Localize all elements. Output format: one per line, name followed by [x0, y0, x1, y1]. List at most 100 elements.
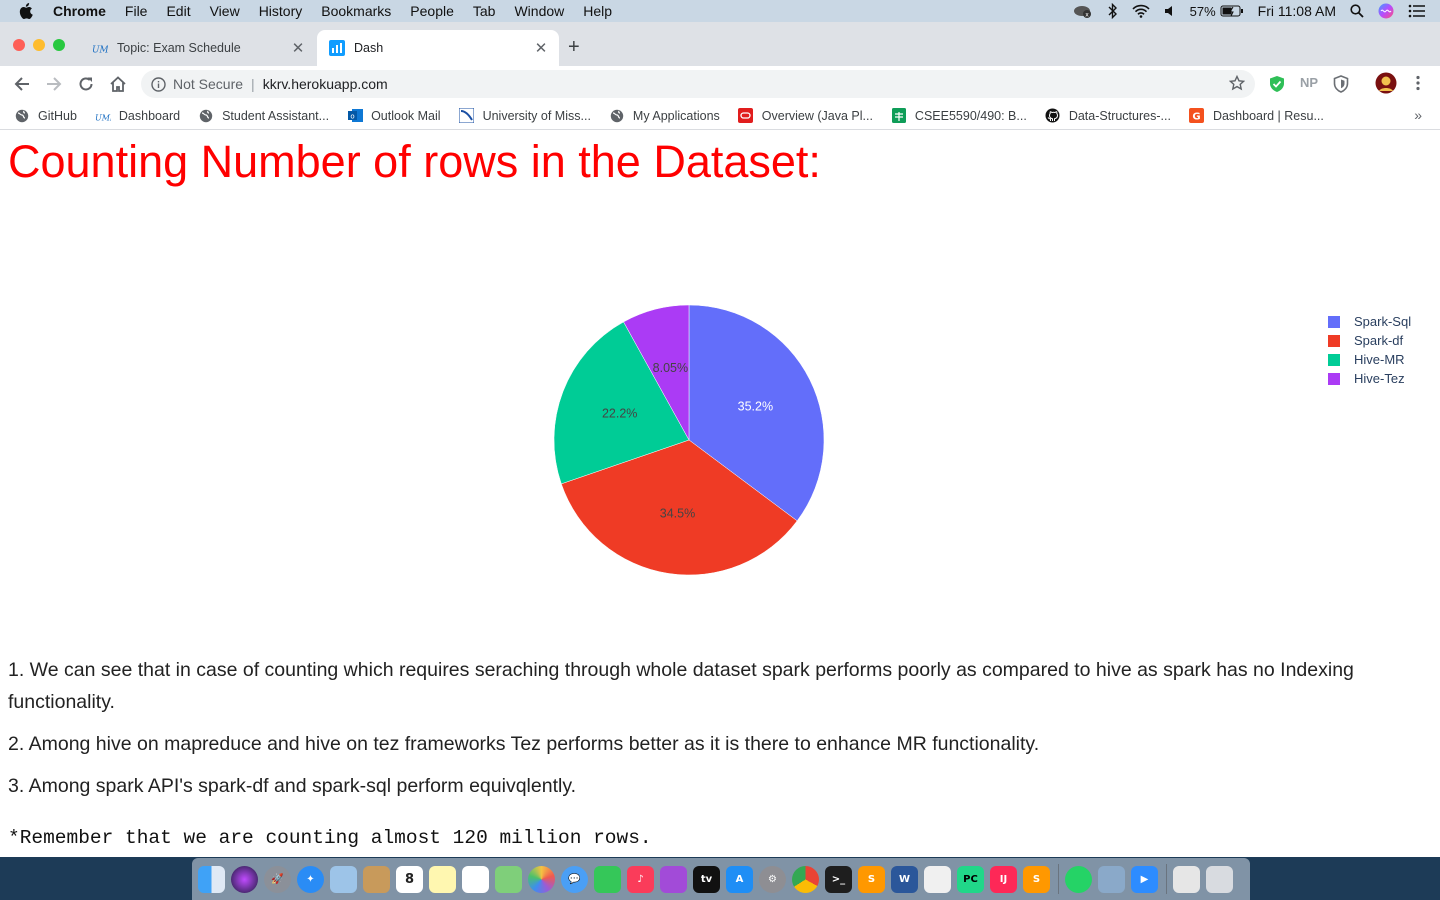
siri-icon[interactable]	[1378, 3, 1394, 19]
not-secure-label[interactable]: Not Secure	[173, 76, 243, 92]
intellij-icon[interactable]: IJ	[990, 865, 1017, 893]
whatsapp-icon[interactable]	[1065, 865, 1092, 893]
trash-icon[interactable]	[1206, 865, 1233, 893]
legend-item[interactable]: Hive-Tez	[1328, 369, 1411, 388]
bookmark-item[interactable]: Student Assistant...	[198, 108, 329, 124]
bookmark-item[interactable]: GitHub	[14, 108, 77, 124]
url-text[interactable]: kkrv.herokuapp.com	[263, 76, 388, 92]
bookmark-item[interactable]: Overview (Java Pl...	[738, 108, 873, 124]
battery-icon[interactable]	[1220, 5, 1244, 17]
shield-check-extension-icon[interactable]	[1268, 75, 1286, 93]
menu-file[interactable]: File	[125, 3, 148, 19]
calendar-icon[interactable]: 8	[396, 865, 423, 893]
chrome-menu-icon[interactable]	[1412, 75, 1424, 91]
contacts-icon[interactable]	[363, 865, 390, 893]
siri-app-icon[interactable]	[231, 865, 258, 893]
terminal-icon[interactable]: >_	[825, 865, 852, 893]
svg-text:UMKC: UMKC	[95, 113, 111, 122]
reload-icon[interactable]	[75, 73, 97, 95]
messages-icon[interactable]: 💬	[561, 865, 588, 893]
menu-people[interactable]: People	[410, 3, 454, 19]
battery-percent: 57%	[1189, 3, 1216, 19]
clock[interactable]: Fri 11:08 AM	[1258, 3, 1336, 19]
bookmark-item[interactable]: Data-Structures-...	[1045, 108, 1171, 124]
launchpad-icon[interactable]: 🚀	[264, 865, 291, 893]
window-close-button[interactable]	[13, 39, 25, 51]
bookmark-label: CSEE5590/490: B...	[914, 108, 1027, 123]
home-icon[interactable]	[107, 73, 129, 95]
safari-icon[interactable]: ✦	[297, 865, 324, 893]
maps-icon[interactable]	[495, 865, 522, 893]
bookmark-item[interactable]: G Dashboard | Resu...	[1189, 108, 1324, 124]
photos-icon[interactable]	[528, 865, 555, 893]
bookmark-item[interactable]: University of Miss...	[459, 108, 591, 124]
sublime-text-2-icon[interactable]: S	[1023, 865, 1050, 893]
music-icon[interactable]: ♪	[627, 865, 654, 893]
pie-slice-percent-label: 22.2%	[602, 406, 637, 420]
system-preferences-icon[interactable]: ⚙	[759, 865, 786, 893]
bookmark-item[interactable]: UMKC Dashboard	[95, 108, 180, 124]
menu-view[interactable]: View	[210, 3, 240, 19]
chrome-icon[interactable]	[792, 865, 819, 893]
tab-exam-schedule[interactable]: UMKC Topic: Exam Schedule ✕	[80, 30, 316, 66]
new-tab-button[interactable]: +	[568, 36, 580, 59]
notification-center-icon[interactable]	[1408, 4, 1426, 18]
pycharm-icon[interactable]: PC	[957, 865, 984, 893]
legend-item[interactable]: Hive-MR	[1328, 350, 1411, 369]
browser-tab-strip: UMKC Topic: Exam Schedule ✕ Dash ✕ +	[0, 22, 1440, 66]
bookmark-item[interactable]: CSEE5590/490: B...	[891, 108, 1027, 124]
word-icon[interactable]: W	[891, 865, 918, 893]
volume-icon[interactable]	[1164, 4, 1176, 18]
downloads-folder-icon[interactable]	[1173, 865, 1200, 893]
menu-edit[interactable]: Edit	[166, 3, 190, 19]
remember-note: *Remember that we are counting almost 12…	[8, 827, 652, 849]
menu-help[interactable]: Help	[583, 3, 612, 19]
menu-history[interactable]: History	[259, 3, 303, 19]
legend-label: Spark-Sql	[1354, 314, 1412, 329]
file-manager-icon[interactable]	[1098, 865, 1125, 893]
podcasts-icon[interactable]	[660, 865, 687, 893]
np-extension-icon[interactable]: NP	[1300, 75, 1318, 90]
bluetooth-icon[interactable]	[1108, 3, 1118, 19]
bookmark-item[interactable]: My Applications	[609, 108, 720, 124]
outlook-icon: o	[347, 108, 363, 124]
apple-icon[interactable]	[19, 3, 37, 19]
facetime-icon[interactable]	[594, 865, 621, 893]
menu-app-name[interactable]: Chrome	[53, 3, 106, 19]
legend-item[interactable]: Spark-Sql	[1328, 312, 1411, 331]
spotlight-search-icon[interactable]	[1350, 4, 1364, 18]
info-icon[interactable]	[151, 76, 166, 92]
sublime-text-icon[interactable]: S	[858, 865, 885, 893]
menu-bookmarks[interactable]: Bookmarks	[321, 3, 391, 19]
back-arrow-icon[interactable]	[11, 73, 33, 95]
dock-separator	[1058, 864, 1059, 894]
zoom-icon[interactable]: ▶	[1131, 865, 1158, 893]
bookmark-label: My Applications	[632, 108, 720, 123]
apple-tv-icon[interactable]: tv	[693, 865, 720, 893]
forward-arrow-icon[interactable]	[43, 73, 65, 95]
tab-close-icon[interactable]: ✕	[290, 39, 306, 57]
bookmark-star-icon[interactable]	[1228, 74, 1246, 94]
bookmark-label: Dashboard | Resu...	[1212, 108, 1324, 123]
legend-swatch	[1328, 372, 1340, 385]
finder-icon[interactable]	[198, 865, 225, 893]
preview-icon[interactable]	[330, 865, 357, 893]
app-store-icon[interactable]: A	[726, 865, 753, 893]
reminders-icon[interactable]	[462, 865, 489, 893]
tab-close-icon[interactable]: ✕	[533, 39, 549, 57]
creative-cloud-icon[interactable]: x	[1072, 3, 1094, 19]
legend-item[interactable]: Spark-df	[1328, 331, 1411, 350]
notes-icon[interactable]	[429, 865, 456, 893]
menu-tab[interactable]: Tab	[473, 3, 496, 19]
profile-avatar[interactable]	[1375, 72, 1397, 94]
tab-dash[interactable]: Dash ✕	[317, 30, 559, 66]
address-bar[interactable]: Not Secure | kkrv.herokuapp.com	[141, 70, 1255, 98]
menu-window[interactable]: Window	[514, 3, 564, 19]
wifi-icon[interactable]	[1132, 4, 1150, 18]
shield-extension-icon[interactable]	[1333, 75, 1349, 93]
window-minimize-button[interactable]	[33, 39, 45, 51]
window-zoom-button[interactable]	[53, 39, 65, 51]
bookmark-item[interactable]: o Outlook Mail	[347, 108, 441, 124]
textedit-icon[interactable]	[924, 865, 951, 893]
bookmarks-overflow-icon[interactable]: »	[1414, 107, 1422, 123]
